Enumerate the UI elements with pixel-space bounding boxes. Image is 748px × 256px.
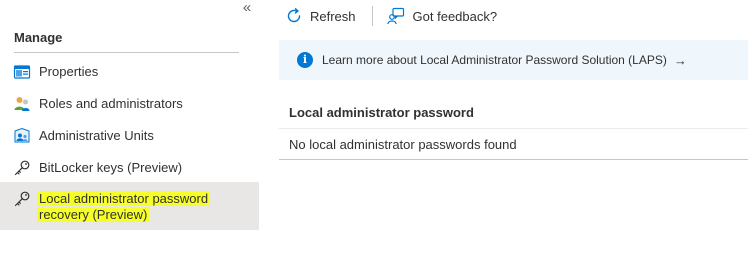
double-chevron-left-icon: « xyxy=(242,0,252,16)
column-header-local-admin-password: Local administrator password xyxy=(289,104,474,120)
refresh-button[interactable]: Refresh xyxy=(286,8,356,24)
sidebar-item-roles[interactable]: Roles and administrators xyxy=(0,95,259,113)
collapse-sidebar-button[interactable]: « xyxy=(239,0,255,17)
info-icon: i xyxy=(297,52,313,68)
table-empty-row: No local administrator passwords found xyxy=(279,129,748,160)
laps-learn-more-link[interactable]: Learn more about Local Administrator Pas… xyxy=(322,53,667,67)
section-title: Manage xyxy=(14,30,63,45)
sidebar-item-properties[interactable]: Properties xyxy=(0,63,259,81)
feedback-person-icon xyxy=(386,7,405,25)
sidebar-item-label: Local administrator password recovery (P… xyxy=(37,191,211,223)
arrow-right-icon[interactable]: → xyxy=(674,53,687,68)
admin-units-icon xyxy=(13,127,31,145)
info-banner: i Learn more about Local Administrator P… xyxy=(279,40,748,80)
section-divider xyxy=(14,52,239,53)
refresh-icon xyxy=(286,8,302,24)
sidebar-item-administrative-units[interactable]: Administrative Units xyxy=(0,127,259,145)
label-line-2: recovery (Preview) xyxy=(37,207,150,222)
sidebar-item-label: Administrative Units xyxy=(39,128,154,143)
roles-users-icon xyxy=(13,95,31,113)
sidebar-item-label: Roles and administrators xyxy=(39,96,183,111)
key-icon xyxy=(13,190,31,208)
sidebar: « Manage Properties Roles and administra… xyxy=(0,0,259,256)
label-line-1: Local administrator password xyxy=(37,191,211,206)
key-icon xyxy=(13,159,31,177)
properties-icon xyxy=(13,63,31,81)
empty-state-text: No local administrator passwords found xyxy=(289,136,517,152)
table-header: Local administrator password xyxy=(279,96,748,129)
sidebar-item-label: Properties xyxy=(39,64,99,79)
sidebar-item-bitlocker-keys[interactable]: BitLocker keys (Preview) xyxy=(0,159,259,177)
refresh-label: Refresh xyxy=(310,8,356,24)
command-bar: Refresh Got feedback? xyxy=(279,0,748,32)
feedback-label: Got feedback? xyxy=(412,8,498,24)
sidebar-item-label: BitLocker keys (Preview) xyxy=(39,160,183,175)
sidebar-item-local-admin-password-recovery[interactable]: Local administrator password recovery (P… xyxy=(0,182,259,230)
toolbar-divider xyxy=(371,6,373,26)
feedback-button[interactable]: Got feedback? xyxy=(386,7,498,25)
